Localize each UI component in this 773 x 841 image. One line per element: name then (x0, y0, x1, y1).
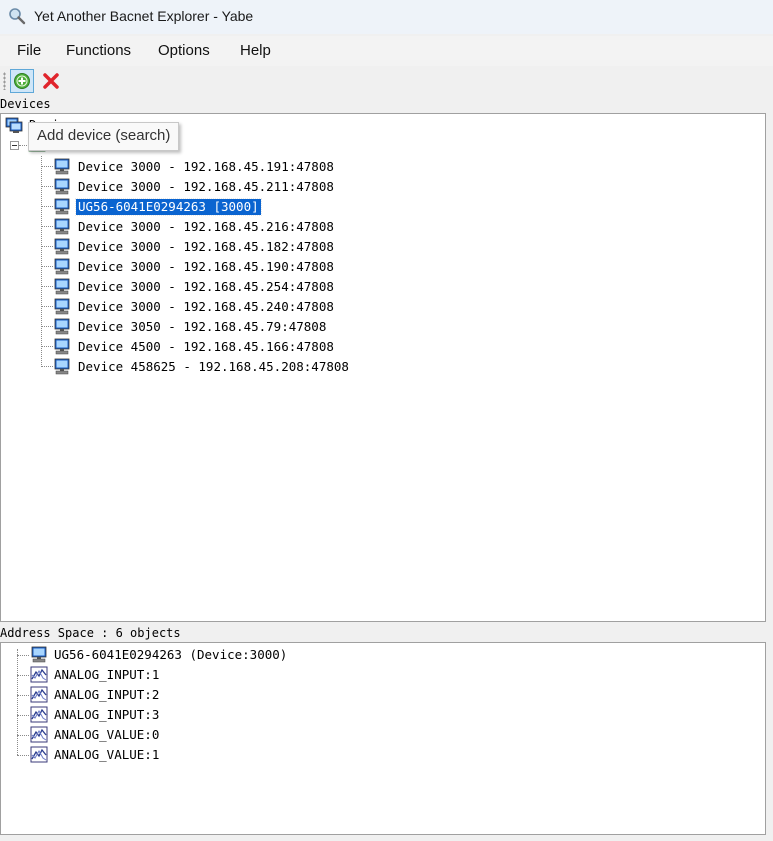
tree-connector (17, 655, 29, 656)
tree-connector (17, 735, 29, 736)
analog-chart-icon (30, 706, 48, 723)
red-x-icon (43, 73, 59, 89)
tree-connector (41, 366, 53, 367)
analog-chart-icon (30, 686, 48, 703)
tree-connector-vertical (17, 649, 18, 755)
magnifier-app-icon (9, 8, 26, 25)
device-monitor-icon (54, 158, 70, 175)
remove-device-button[interactable] (40, 70, 62, 92)
device-tree-item[interactable]: Device 458625 - 192.168.45.208:47808 (78, 359, 349, 375)
tree-connector (41, 346, 53, 347)
network-root-icon (5, 117, 23, 133)
toolbar (0, 66, 773, 96)
address-space-object-item[interactable]: ANALOG_VALUE:0 (54, 727, 159, 743)
device-monitor-icon (54, 278, 70, 295)
device-tree-item[interactable]: Device 3000 - 192.168.45.182:47808 (78, 239, 334, 255)
tree-connector (17, 715, 29, 716)
menu-bar: File Functions Options Help (0, 36, 773, 66)
devices-tree[interactable]: Devices Device 3000 - 192.168.45.191:478… (0, 113, 766, 622)
device-monitor-icon (54, 258, 70, 275)
toolbar-grip[interactable] (3, 72, 6, 90)
tree-connector (17, 675, 29, 676)
menu-options[interactable]: Options (158, 42, 210, 59)
address-space-tree[interactable]: UG56-6041E0294263 (Device:3000) ANALOG_IN… (0, 642, 766, 835)
device-tree-item[interactable]: Device 3000 - 192.168.45.216:47808 (78, 219, 334, 235)
add-device-tooltip: Add device (search) (28, 122, 180, 151)
tree-connector (41, 306, 53, 307)
tree-connector (17, 755, 29, 756)
devices-label: Devices (0, 97, 51, 111)
add-circle-icon (14, 73, 30, 89)
address-space-label: Address Space : 6 objects (0, 626, 181, 640)
analog-chart-icon (30, 746, 48, 763)
menu-functions[interactable]: Functions (66, 42, 131, 59)
address-space-object-item[interactable]: ANALOG_VALUE:1 (54, 747, 159, 763)
device-tree-item[interactable]: Device 3000 - 192.168.45.240:47808 (78, 299, 334, 315)
tree-connector (41, 326, 53, 327)
tree-connector-vertical (41, 156, 42, 367)
device-monitor-icon (54, 358, 70, 375)
address-space-object-item[interactable]: ANALOG_INPUT:2 (54, 687, 159, 703)
device-tree-item[interactable]: Device 3000 - 192.168.45.254:47808 (78, 279, 334, 295)
tree-connector (41, 186, 53, 187)
tree-connector (41, 206, 53, 207)
window-title: Yet Another Bacnet Explorer - Yabe (34, 8, 254, 24)
tree-connector (41, 246, 53, 247)
address-space-object-item[interactable]: ANALOG_INPUT:1 (54, 667, 159, 683)
device-monitor-icon (54, 178, 70, 195)
device-tree-item[interactable]: Device 4500 - 192.168.45.166:47808 (78, 339, 334, 355)
device-tree-item[interactable]: Device 3000 - 192.168.45.191:47808 (78, 159, 334, 175)
device-monitor-icon (54, 198, 70, 215)
menu-help[interactable]: Help (240, 42, 271, 59)
analog-chart-icon (30, 726, 48, 743)
collapse-toggle[interactable] (10, 141, 19, 150)
tree-connector (41, 266, 53, 267)
title-bar: Yet Another Bacnet Explorer - Yabe (0, 0, 773, 34)
device-monitor-icon (54, 238, 70, 255)
tree-connector (41, 226, 53, 227)
tree-connector (41, 166, 53, 167)
device-tree-item[interactable]: UG56-6041E0294263 [3000] (75, 198, 262, 216)
panel-edge (766, 642, 773, 835)
device-tree-item[interactable]: Device 3000 - 192.168.45.190:47808 (78, 259, 334, 275)
panel-edge (766, 113, 773, 622)
device-monitor-icon (54, 298, 70, 315)
address-space-object-item[interactable]: ANALOG_INPUT:3 (54, 707, 159, 723)
tree-connector (41, 286, 53, 287)
add-device-button[interactable] (10, 69, 34, 93)
device-monitor-icon (31, 646, 47, 663)
menu-file[interactable]: File (17, 42, 41, 59)
device-monitor-icon (54, 218, 70, 235)
address-space-device-item[interactable]: UG56-6041E0294263 (Device:3000) (54, 647, 287, 663)
tree-connector (17, 695, 29, 696)
device-tree-item[interactable]: Device 3050 - 192.168.45.79:47808 (78, 319, 326, 335)
device-tree-item[interactable]: Device 3000 - 192.168.45.211:47808 (78, 179, 334, 195)
device-monitor-icon (54, 338, 70, 355)
device-monitor-icon (54, 318, 70, 335)
analog-chart-icon (30, 666, 48, 683)
